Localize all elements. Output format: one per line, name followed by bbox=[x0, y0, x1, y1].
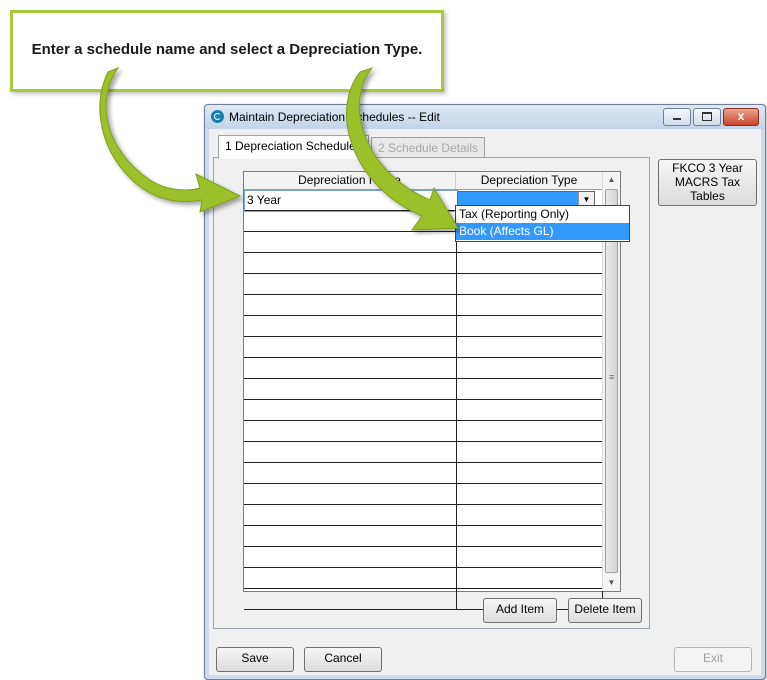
type-cell[interactable] bbox=[455, 505, 603, 525]
option-book-affects-gl[interactable]: Book (Affects GL) bbox=[456, 223, 629, 240]
name-cell[interactable] bbox=[244, 442, 457, 462]
name-cell[interactable] bbox=[244, 316, 457, 336]
scroll-down-icon[interactable]: ▼ bbox=[603, 575, 620, 591]
column-header-type[interactable]: Depreciation Type bbox=[456, 172, 602, 189]
scroll-thumb[interactable]: ≡ bbox=[605, 189, 618, 573]
name-cell[interactable] bbox=[244, 463, 457, 483]
table-row bbox=[244, 547, 603, 568]
table-row bbox=[244, 568, 603, 589]
type-cell[interactable] bbox=[455, 379, 603, 399]
minimize-button[interactable] bbox=[663, 108, 691, 126]
name-cell[interactable] bbox=[244, 295, 457, 315]
type-cell[interactable] bbox=[455, 295, 603, 315]
depreciation-type-dropdown-list: Tax (Reporting Only) Book (Affects GL) bbox=[455, 205, 630, 242]
maintain-schedules-window: Maintain Depreciation Schedules -- Edit … bbox=[204, 104, 766, 680]
table-row bbox=[244, 337, 603, 358]
type-cell[interactable] bbox=[455, 421, 603, 441]
table-row bbox=[244, 358, 603, 379]
table-row bbox=[244, 274, 603, 295]
table-row bbox=[244, 316, 603, 337]
close-icon: x bbox=[737, 109, 745, 123]
type-cell[interactable] bbox=[455, 253, 603, 273]
table-row bbox=[244, 484, 603, 505]
name-cell[interactable] bbox=[244, 421, 457, 441]
fkco-line-3: Tables bbox=[690, 189, 725, 203]
table-row bbox=[244, 463, 603, 484]
name-cell[interactable] bbox=[244, 232, 457, 252]
table-row bbox=[244, 253, 603, 274]
type-cell[interactable] bbox=[455, 337, 603, 357]
type-cell[interactable] bbox=[455, 463, 603, 483]
save-button[interactable]: Save bbox=[216, 647, 294, 672]
name-cell[interactable] bbox=[244, 505, 457, 525]
name-cell[interactable] bbox=[244, 379, 457, 399]
callout-text: Enter a schedule name and select a Depre… bbox=[31, 41, 423, 58]
table-row bbox=[244, 400, 603, 421]
name-cell[interactable] bbox=[244, 568, 457, 588]
delete-item-button[interactable]: Delete Item bbox=[568, 598, 642, 623]
name-cell[interactable] bbox=[244, 337, 457, 357]
type-cell[interactable] bbox=[455, 568, 603, 588]
fkco-line-1: FKCO 3 Year bbox=[672, 161, 743, 175]
type-cell[interactable] bbox=[455, 442, 603, 462]
grid-rows: 3 Year ▼ bbox=[244, 190, 603, 610]
name-cell[interactable] bbox=[244, 484, 457, 504]
table-row bbox=[244, 295, 603, 316]
instruction-callout: Enter a schedule name and select a Depre… bbox=[10, 10, 444, 92]
grid-header: Depreciation Name Depreciation Type bbox=[244, 172, 602, 190]
type-cell[interactable] bbox=[455, 547, 603, 567]
table-row bbox=[244, 421, 603, 442]
window-title: Maintain Depreciation Schedules -- Edit bbox=[229, 110, 440, 124]
type-cell[interactable] bbox=[455, 526, 603, 546]
cancel-button[interactable]: Cancel bbox=[304, 647, 382, 672]
title-bar[interactable]: Maintain Depreciation Schedules -- Edit … bbox=[205, 105, 765, 129]
close-button[interactable]: x bbox=[723, 108, 759, 126]
scroll-up-icon[interactable]: ▲ bbox=[603, 172, 620, 188]
type-cell[interactable] bbox=[455, 274, 603, 294]
type-cell[interactable] bbox=[455, 400, 603, 420]
column-header-name[interactable]: Depreciation Name bbox=[244, 172, 456, 189]
name-cell[interactable] bbox=[244, 358, 457, 378]
maximize-button[interactable] bbox=[693, 108, 721, 126]
tab-depreciation-schedules[interactable]: 1 Depreciation Schedules bbox=[218, 135, 369, 159]
grip-icon: ≡ bbox=[609, 372, 615, 382]
type-cell[interactable] bbox=[455, 358, 603, 378]
name-cell[interactable] bbox=[244, 400, 457, 420]
name-cell[interactable] bbox=[244, 589, 457, 609]
name-cell-input[interactable]: 3 Year bbox=[244, 190, 458, 212]
type-cell[interactable] bbox=[455, 484, 603, 504]
table-row bbox=[244, 505, 603, 526]
table-row bbox=[244, 526, 603, 547]
option-tax-reporting-only[interactable]: Tax (Reporting Only) bbox=[456, 206, 629, 223]
table-row bbox=[244, 379, 603, 400]
exit-button[interactable]: Exit bbox=[674, 647, 752, 672]
fkco-line-2: MACRS Tax bbox=[674, 175, 741, 189]
add-item-button[interactable]: Add Item bbox=[483, 598, 557, 623]
name-cell[interactable] bbox=[244, 253, 457, 273]
name-cell[interactable] bbox=[244, 547, 457, 567]
name-cell[interactable] bbox=[244, 211, 457, 231]
table-row bbox=[244, 442, 603, 463]
app-icon bbox=[211, 110, 224, 123]
name-cell[interactable] bbox=[244, 274, 457, 294]
type-cell[interactable] bbox=[455, 316, 603, 336]
tab-schedule-details[interactable]: 2 Schedule Details bbox=[371, 137, 486, 159]
fkco-macrs-tables-button[interactable]: FKCO 3 Year MACRS Tax Tables bbox=[658, 159, 757, 206]
name-cell[interactable] bbox=[244, 526, 457, 546]
